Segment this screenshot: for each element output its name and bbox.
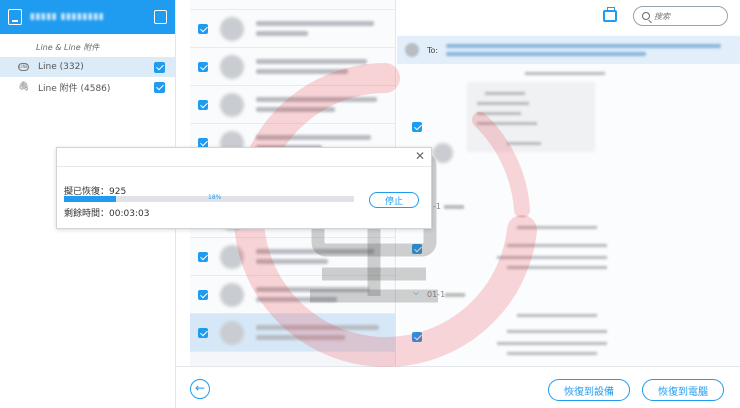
- row-checkbox[interactable]: [198, 61, 208, 72]
- timestamp-redacted: [517, 314, 597, 317]
- sidebar-header: ▮▮▮▮▮ ▮▮▮▮▮▮▮▮: [0, 0, 175, 34]
- chat-bubble-icon: LINE: [18, 63, 29, 71]
- sidebar-section-title: Line & Line 附件: [36, 43, 100, 52]
- to-label: To:: [427, 45, 439, 55]
- message-line-redacted: [497, 342, 607, 345]
- sidebar-item-label: Line (332): [38, 62, 84, 72]
- list-top-row: [190, 0, 395, 10]
- avatar: [405, 43, 419, 57]
- list-item[interactable]: [190, 48, 395, 86]
- stop-button[interactable]: 停止: [369, 192, 419, 208]
- avatar: [220, 16, 244, 41]
- device-name-redacted: ▮▮▮▮▮ ▮▮▮▮▮▮▮▮: [30, 12, 105, 22]
- chevron-down-icon[interactable]: ⌵: [413, 288, 419, 298]
- print-icon[interactable]: [603, 7, 617, 22]
- row-checkbox[interactable]: [198, 327, 208, 338]
- sidebar-item-label: Line 附件 (4586): [38, 83, 111, 94]
- message-line-redacted: [507, 266, 607, 269]
- avatar: [220, 320, 244, 345]
- timestamp-redacted: [517, 226, 597, 229]
- sidebar-item-line[interactable]: LINE Line (332): [0, 57, 175, 77]
- bottom-bar: ← 恢復到設備 恢復到電腦: [176, 366, 740, 408]
- row-content-redacted: [256, 59, 387, 74]
- sidebar-item-checkbox[interactable]: [154, 81, 165, 93]
- paperclip-icon: 🖇: [18, 82, 30, 92]
- progress-fill: [64, 196, 117, 202]
- recipient-redacted: [446, 44, 732, 56]
- progress-bar: 18%: [64, 194, 354, 202]
- row-checkbox[interactable]: [198, 289, 208, 300]
- row-checkbox[interactable]: [198, 99, 208, 110]
- row-checkbox[interactable]: [198, 137, 208, 148]
- avatar: [220, 244, 244, 269]
- list-item-selected[interactable]: [190, 314, 395, 352]
- list-item[interactable]: [190, 10, 395, 48]
- list-item[interactable]: [190, 276, 395, 314]
- app-window: ▮▮▮▮▮ ▮▮▮▮▮▮▮▮ Line & Line 附件 LINE Line …: [0, 0, 740, 408]
- message-line-redacted: [507, 142, 541, 145]
- message-line-redacted: [485, 92, 525, 95]
- list-item[interactable]: [190, 86, 395, 124]
- toolbar: [397, 0, 740, 34]
- row-checkbox[interactable]: [198, 23, 208, 34]
- row-content-redacted: [256, 325, 387, 340]
- search-input[interactable]: [654, 11, 724, 21]
- search-icon: [642, 12, 650, 20]
- row-content-redacted: [256, 97, 387, 112]
- avatar: [433, 143, 453, 163]
- message-line-redacted: [507, 330, 607, 333]
- dialog-divider: [57, 166, 431, 167]
- message-line-redacted: [507, 352, 597, 355]
- message-line-redacted: [477, 112, 521, 115]
- avatar: [220, 282, 244, 307]
- message-checkbox[interactable]: [412, 332, 422, 342]
- row-checkbox[interactable]: [198, 251, 208, 262]
- message-checkbox[interactable]: [412, 122, 422, 132]
- progress-dialog: ✕ 擬已恢復：925 18% 剩餘時間：00:03:03 停止: [56, 147, 432, 229]
- recover-to-computer-button[interactable]: 恢復到電腦: [642, 379, 724, 401]
- device-icon: [8, 9, 22, 25]
- sidebar-item-line-attachments[interactable]: 🖇 Line 附件 (4586): [0, 77, 175, 97]
- progress-percent: 18%: [208, 194, 222, 201]
- message-line-redacted: [507, 244, 607, 247]
- list-item[interactable]: [190, 238, 395, 276]
- message-line-redacted: [477, 122, 537, 125]
- message-line-redacted: [497, 256, 607, 259]
- avatar: [220, 54, 244, 79]
- search-box[interactable]: [633, 6, 728, 26]
- message-line-redacted: [477, 102, 529, 105]
- close-icon[interactable]: ✕: [415, 150, 425, 162]
- avatar: [220, 92, 244, 117]
- back-arrow-icon[interactable]: ←: [190, 379, 210, 399]
- remaining-time: 剩餘時間：00:03:03: [64, 209, 150, 219]
- row-content-redacted: [256, 249, 387, 264]
- date-label: -1: [433, 202, 464, 211]
- row-content-redacted: [256, 21, 387, 36]
- date-label: 01-1: [427, 290, 466, 299]
- recipient-bar: To:: [397, 36, 740, 64]
- export-icon[interactable]: [154, 10, 167, 24]
- message-checkbox[interactable]: [412, 244, 422, 254]
- timestamp-redacted: [525, 72, 605, 75]
- sidebar-item-checkbox[interactable]: [154, 61, 165, 73]
- row-content-redacted: [256, 287, 387, 302]
- recover-to-device-button[interactable]: 恢復到設備: [548, 379, 630, 401]
